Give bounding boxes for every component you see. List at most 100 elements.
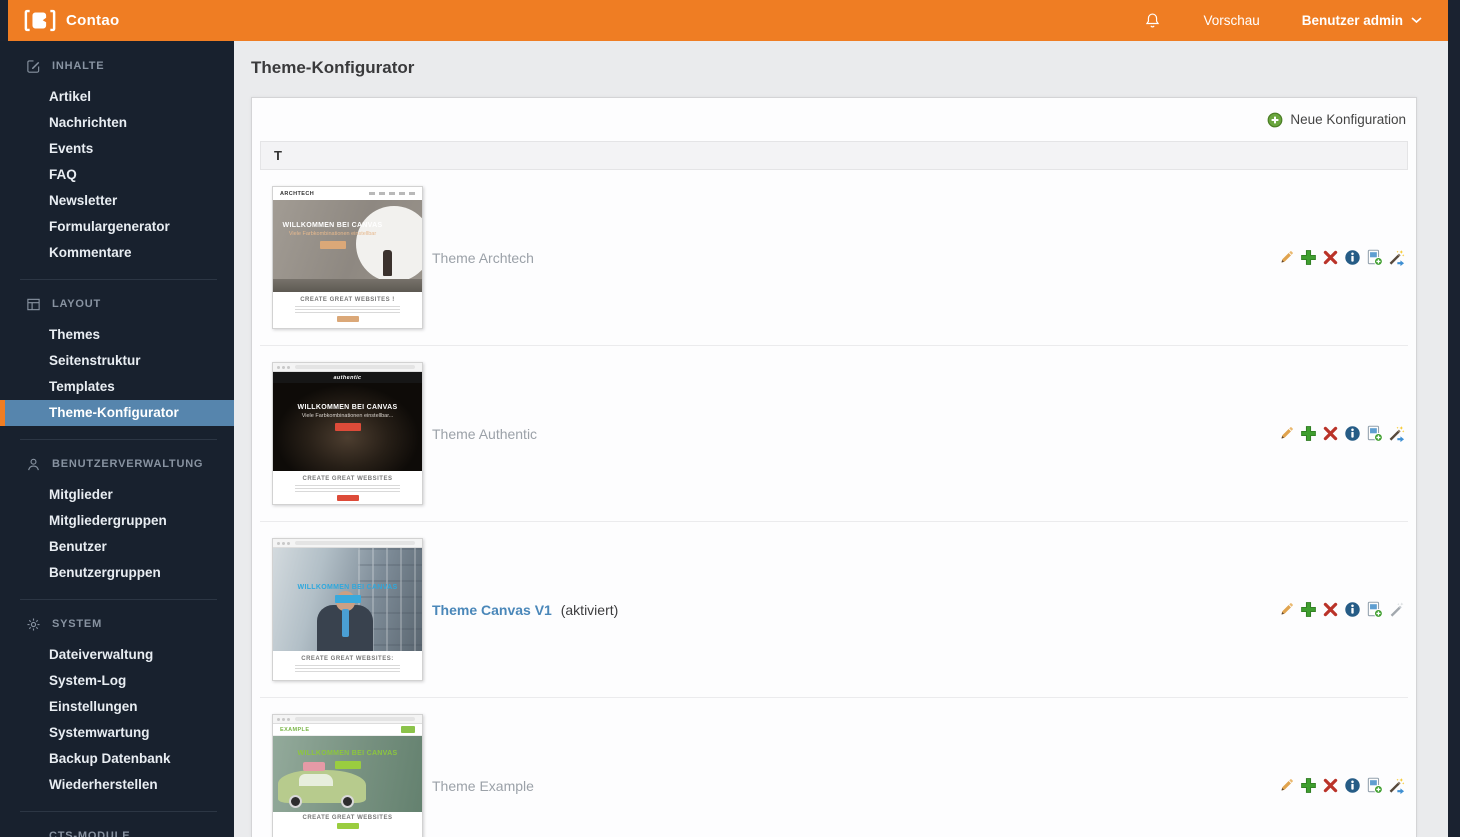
notifications-button[interactable] [1144,12,1161,29]
sidebar-section-benutzerverwaltung: BENUTZERVERWALTUNG Mitglieder Mitglieder… [0,453,234,586]
preview-link[interactable]: Vorschau [1203,13,1259,28]
theme-row: WILLKOMMEN BEI CANVAS CREATE GREAT WEBSI… [260,522,1408,698]
thumb-hero-subtitle: Viele Farbkombinationen einstellbar... [273,413,422,419]
section-label: CTS-MODULE [49,830,130,837]
thumb-hero-button [335,595,361,603]
sidebar-item-einstellungen[interactable]: Einstellungen [0,694,234,720]
theme-row: EXAMPLE WILLKOMMEN BEI CANVAS [260,698,1408,837]
theme-active-suffix: (aktiviert) [561,602,619,618]
thumb-site-logo: authentic [333,375,361,381]
theme-name-link[interactable]: Theme Canvas V1 [432,602,552,618]
section-label: INHALTE [52,60,104,72]
sidebar-item-artikel[interactable]: Artikel [0,84,234,110]
topbar-right: Vorschau Benutzer admin [1144,12,1448,29]
sidebar-item-newsletter[interactable]: Newsletter [0,188,234,214]
thumb-site-header: ARCHTECH [273,187,422,200]
browser-dot [277,542,280,545]
thumb-hero-text: WILLKOMMEN BEI CANVAS [273,750,422,769]
thumb-hero-figure [383,250,392,276]
edit-pencil-icon[interactable] [1277,601,1295,619]
contao-logo-link[interactable]: Contao [8,9,119,32]
duplicate-plus-icon[interactable] [1299,425,1317,443]
sidebar-section-inhalte: INHALTE Artikel Nachrichten Events FAQ N… [0,55,234,266]
brand-name: Contao [66,12,119,29]
sidebar-item-system-log[interactable]: System-Log [0,668,234,694]
sidebar-divider [20,599,217,600]
delete-x-icon[interactable] [1321,601,1339,619]
delete-x-icon[interactable] [1321,249,1339,267]
info-icon[interactable] [1343,425,1361,443]
sidebar-item-events[interactable]: Events [0,136,234,162]
sidebar-header-benutzerverwaltung[interactable]: BENUTZERVERWALTUNG [0,453,234,475]
duplicate-plus-icon[interactable] [1299,777,1317,795]
contao-logo-icon [24,9,56,32]
user-icon [26,457,41,472]
activate-theme-wand-icon[interactable] [1387,425,1405,443]
thumb-lower-section: CREATE GREAT WEBSITES: [273,651,422,681]
sidebar-item-mitgliedergruppen[interactable]: Mitgliedergruppen [0,508,234,534]
sidebar-section-cts-module: CTS-MODULE [0,825,234,837]
sidebar-item-formulargenerator[interactable]: Formulargenerator [0,214,234,240]
browser-dot [287,366,290,369]
layout-icon [26,297,41,312]
sidebar-item-faq[interactable]: FAQ [0,162,234,188]
activate-theme-wand-icon[interactable] [1387,249,1405,267]
sidebar-item-systemwartung[interactable]: Systemwartung [0,720,234,746]
theme-name-link[interactable]: Theme Example [432,778,534,794]
save-as-new-theme-icon[interactable] [1365,425,1383,443]
sidebar-header-inhalte[interactable]: INHALTE [0,55,234,77]
thumb-text-lines [295,665,399,673]
theme-thumbnail[interactable]: EXAMPLE WILLKOMMEN BEI CANVAS [272,714,423,837]
thumb-text-lines [295,306,399,314]
sidebar-item-backup-datenbank[interactable]: Backup Datenbank [0,746,234,772]
sidebar-item-benutzer[interactable]: Benutzer [0,534,234,560]
delete-x-icon[interactable] [1321,777,1339,795]
sidebar-item-templates[interactable]: Templates [0,374,234,400]
sidebar-item-benutzergruppen[interactable]: Benutzergruppen [0,560,234,586]
group-header: T [260,141,1408,170]
main-content: Theme-Konfigurator Neue Konfiguration T [234,41,1448,837]
activate-theme-wand-icon[interactable] [1387,777,1405,795]
thumb-section-button [337,495,359,501]
edit-pencil-icon[interactable] [1277,425,1295,443]
sidebar-header-cts-module[interactable]: CTS-MODULE [0,825,234,837]
save-as-new-theme-icon[interactable] [1365,601,1383,619]
duplicate-plus-icon[interactable] [1299,601,1317,619]
sidebar-item-seitenstruktur[interactable]: Seitenstruktur [0,348,234,374]
save-as-new-theme-icon[interactable] [1365,777,1383,795]
theme-thumbnail[interactable]: WILLKOMMEN BEI CANVAS CREATE GREAT WEBSI… [272,538,423,681]
info-icon[interactable] [1343,249,1361,267]
edit-pencil-icon[interactable] [1277,777,1295,795]
new-configuration-label: Neue Konfiguration [1290,112,1406,127]
info-icon[interactable] [1343,777,1361,795]
sidebar-header-layout[interactable]: LAYOUT [0,293,234,315]
duplicate-plus-icon[interactable] [1299,249,1317,267]
thumb-browser-bar [273,363,422,372]
sidebar-item-nachrichten[interactable]: Nachrichten [0,110,234,136]
thumb-hero-button [335,423,361,431]
sidebar-header-system[interactable]: SYSTEM [0,613,234,635]
theme-thumbnail[interactable]: ARCHTECH WILLKOMMEN BEI CANVAS Viele Far… [272,186,423,329]
save-as-new-theme-icon[interactable] [1365,249,1383,267]
sidebar-item-theme-konfigurator[interactable]: Theme-Konfigurator [0,400,234,426]
new-configuration-button[interactable]: Neue Konfiguration [1267,112,1406,128]
sidebar-divider [20,811,217,812]
thumb-lower-section: CREATE GREAT WEBSITES ! [273,292,422,329]
user-menu-button[interactable]: Benutzer admin [1302,13,1422,28]
theme-name-link[interactable]: Theme Archtech [432,250,534,266]
thumb-menu-bars [369,192,415,195]
edit-pencil-icon[interactable] [1277,249,1295,267]
sidebar-divider [20,279,217,280]
info-icon[interactable] [1343,601,1361,619]
theme-name-link[interactable]: Theme Authentic [432,426,537,442]
theme-thumbnail[interactable]: authentic WILLKOMMEN BEI CANVAS Viele Fa… [272,362,423,505]
sidebar-item-kommentare[interactable]: Kommentare [0,240,234,266]
sidebar-item-mitglieder[interactable]: Mitglieder [0,482,234,508]
thumb-section-button [337,316,359,322]
sidebar-item-dateiverwaltung[interactable]: Dateiverwaltung [0,642,234,668]
delete-x-icon[interactable] [1321,425,1339,443]
activate-theme-wand-icon-disabled [1387,601,1405,619]
sidebar-item-themes[interactable]: Themes [0,322,234,348]
sidebar-item-wiederherstellen[interactable]: Wiederherstellen [0,772,234,798]
thumb-browser-bar [273,715,422,724]
